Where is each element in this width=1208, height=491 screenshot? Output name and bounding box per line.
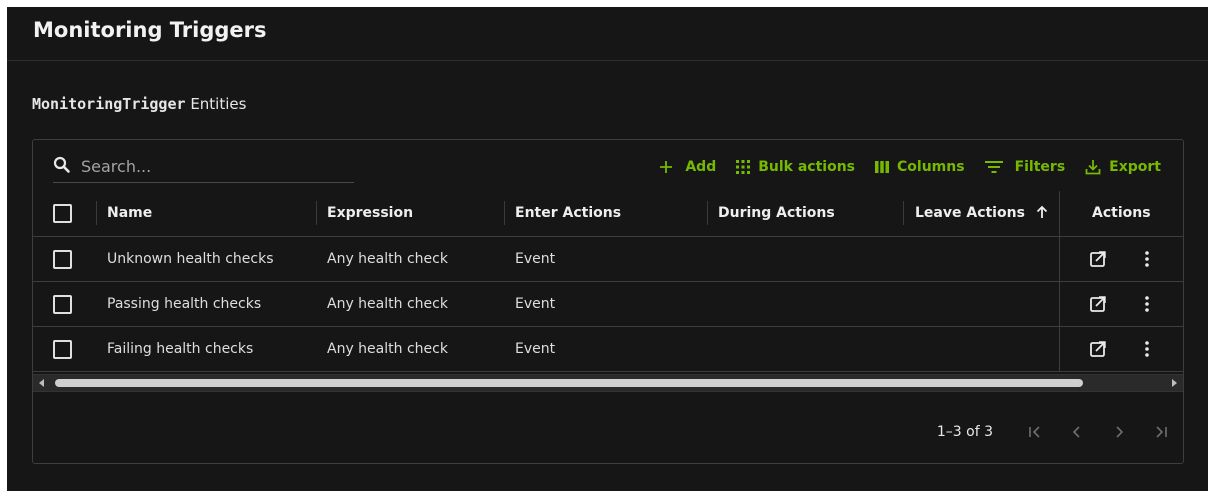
column-divider: [707, 201, 708, 225]
row-checkbox[interactable]: [53, 295, 72, 314]
filters-label: Filters: [1014, 159, 1066, 175]
cell-enter-actions: Event: [515, 251, 556, 267]
column-header-enter-actions[interactable]: Enter Actions: [515, 191, 621, 236]
column-divider: [1059, 191, 1060, 236]
column-divider: [903, 201, 904, 225]
search-icon: [53, 156, 70, 173]
cell-expression: Any health check: [327, 341, 448, 357]
table-row[interactable]: Failing health checks Any health check E…: [33, 327, 1183, 372]
scroll-right-arrow-icon[interactable]: [1172, 379, 1177, 387]
column-header-expression[interactable]: Expression: [327, 191, 413, 236]
bulk-actions-button[interactable]: Bulk actions: [736, 159, 855, 175]
first-page-icon[interactable]: [1027, 424, 1043, 440]
section-title: MonitoringTrigger Entities: [32, 95, 246, 113]
row-checkbox[interactable]: [53, 250, 72, 269]
page-title: Monitoring Triggers: [33, 18, 267, 42]
leave-actions-label: Leave Actions: [915, 205, 1025, 221]
add-label: Add: [685, 159, 717, 175]
export-label: Export: [1109, 159, 1161, 175]
table-row[interactable]: Unknown health checks Any health check E…: [33, 237, 1183, 282]
column-divider: [316, 201, 317, 225]
search-input[interactable]: [79, 152, 353, 180]
cell-name: Unknown health checks: [107, 251, 274, 267]
row-checkbox[interactable]: [53, 340, 72, 359]
grid-toolbar: Add Bulk actions Columns Filters Export: [639, 156, 1161, 178]
more-vertical-icon[interactable]: [1142, 295, 1152, 313]
scrollbar-thumb[interactable]: [55, 379, 1083, 387]
data-grid: Add Bulk actions Columns: [32, 139, 1184, 464]
cell-enter-actions: Event: [515, 341, 556, 357]
cell-expression: Any health check: [327, 251, 448, 267]
previous-page-icon[interactable]: [1069, 424, 1085, 440]
open-external-icon[interactable]: [1090, 341, 1106, 357]
grid-dots-icon: [736, 160, 751, 174]
pinned-column-divider: [1059, 237, 1060, 281]
export-button[interactable]: Export: [1085, 159, 1161, 175]
cell-expression: Any health check: [327, 296, 448, 312]
horizontal-scrollbar[interactable]: [33, 374, 1183, 392]
cell-name: Failing health checks: [107, 341, 254, 357]
entity-type-label: MonitoringTrigger: [32, 95, 186, 113]
column-divider: [96, 201, 97, 225]
more-vertical-icon[interactable]: [1142, 250, 1152, 268]
filters-button[interactable]: Filters: [984, 159, 1066, 175]
pagination-range: 1–3 of 3: [936, 424, 993, 440]
columns-icon: [875, 161, 890, 173]
pinned-column-divider: [1059, 327, 1060, 371]
last-page-icon[interactable]: [1153, 424, 1169, 440]
open-external-icon[interactable]: [1090, 296, 1106, 312]
column-header-leave-actions[interactable]: Leave Actions: [915, 191, 1048, 236]
column-header-row: Name Expression Enter Actions During Act…: [33, 191, 1183, 237]
cell-name: Passing health checks: [107, 296, 262, 312]
page-header: Monitoring Triggers: [7, 7, 1208, 61]
bulk-actions-label: Bulk actions: [758, 159, 856, 175]
filter-icon: [984, 161, 1003, 173]
cell-enter-actions: Event: [515, 296, 556, 312]
arrow-up-icon: [1036, 205, 1047, 218]
entity-suffix-label: Entities: [190, 95, 247, 113]
column-header-during-actions[interactable]: During Actions: [718, 191, 835, 236]
column-header-name[interactable]: Name: [107, 191, 152, 236]
more-vertical-icon[interactable]: [1142, 340, 1152, 358]
pagination: 1–3 of 3: [937, 420, 1169, 444]
next-page-icon[interactable]: [1111, 424, 1127, 440]
add-button[interactable]: Add: [659, 159, 716, 175]
search-box: [53, 150, 354, 183]
plus-icon: [660, 161, 673, 173]
table-row[interactable]: Passing health checks Any health check E…: [33, 282, 1183, 327]
columns-button[interactable]: Columns: [875, 159, 965, 175]
column-divider: [504, 201, 505, 225]
pinned-column-divider: [1059, 282, 1060, 326]
column-header-actions: Actions: [1092, 205, 1151, 221]
download-icon: [1085, 160, 1101, 175]
app-frame: Monitoring Triggers MonitoringTrigger En…: [7, 7, 1208, 491]
open-external-icon[interactable]: [1090, 251, 1106, 267]
select-all-checkbox[interactable]: [53, 204, 72, 223]
scroll-left-arrow-icon[interactable]: [39, 379, 44, 387]
columns-label: Columns: [897, 159, 965, 175]
